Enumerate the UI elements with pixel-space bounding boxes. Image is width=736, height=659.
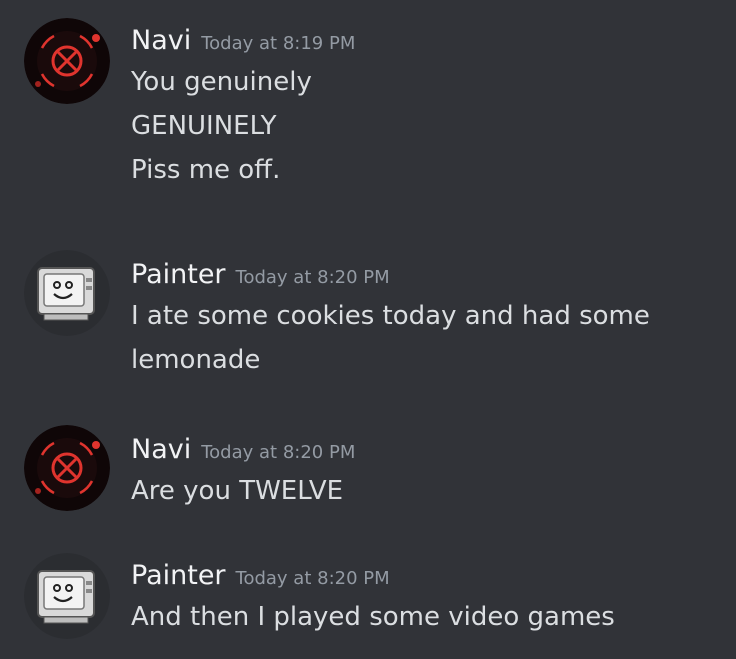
painter-avatar[interactable] xyxy=(24,250,110,336)
retro-computer-face-icon xyxy=(24,553,110,639)
message-timestamp: Today at 8:19 PM xyxy=(201,33,356,54)
message-text: And then I played some video games xyxy=(131,602,615,632)
navi-avatar[interactable] xyxy=(24,18,110,104)
author-name[interactable]: Navi xyxy=(131,434,191,465)
message-timestamp: Today at 8:20 PM xyxy=(201,442,356,463)
painter-avatar[interactable] xyxy=(24,553,110,639)
message-timestamp: Today at 8:20 PM xyxy=(235,267,390,288)
author-name[interactable]: Painter xyxy=(131,560,226,591)
retro-computer-face-icon xyxy=(24,250,110,336)
message-text: GENUINELY xyxy=(131,111,277,141)
message-text: I ate some cookies today and had some xyxy=(131,301,650,331)
red-crosshair-icon xyxy=(24,18,110,104)
chat-log: Navi Today at 8:19 PM You genuinely GENUI… xyxy=(0,0,736,659)
author-name[interactable]: Painter xyxy=(131,259,226,290)
message-timestamp: Today at 8:20 PM xyxy=(235,568,390,589)
navi-avatar[interactable] xyxy=(24,425,110,511)
author-name[interactable]: Navi xyxy=(131,25,191,56)
message-text: You genuinely xyxy=(131,67,312,97)
red-crosshair-icon xyxy=(24,425,110,511)
message-text: lemonade xyxy=(131,345,261,375)
message-text: Piss me off. xyxy=(131,155,281,185)
message-text: Are you TWELVE xyxy=(131,476,344,506)
